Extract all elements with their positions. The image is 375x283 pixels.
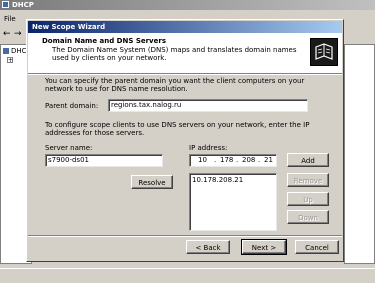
parent-domain-value: regions.tax.nalog.ru <box>111 101 182 109</box>
list-item[interactable]: 10.178.208.21 <box>190 174 276 184</box>
right-pane <box>344 44 375 264</box>
ip-octet-3: 208 <box>242 156 256 164</box>
tree-expand-icon[interactable]: + <box>7 57 13 64</box>
footer-separator <box>28 235 342 237</box>
server-name-label: Server name: <box>45 144 93 152</box>
server-name-value: s7900-ds01 <box>48 156 89 164</box>
parent-domain-input[interactable]: regions.tax.nalog.ru <box>108 99 308 112</box>
resolve-button[interactable]: Resolve <box>131 175 173 189</box>
server-name-input[interactable]: s7900-ds01 <box>45 154 163 167</box>
tree-root-label[interactable]: DHC <box>11 47 27 55</box>
ip-address-label: IP address: <box>189 144 228 152</box>
server-node-icon <box>3 48 9 54</box>
ip-octet-1: 10 <box>198 156 207 164</box>
main-window-title: DHCP <box>12 1 34 9</box>
header-separator <box>28 73 342 75</box>
dhcp-app-icon <box>2 1 9 8</box>
wizard-title-bar: New Scope Wizard <box>28 21 342 33</box>
wizard-book-icon <box>310 38 338 66</box>
wizard-header-panel: Domain Name and DNS Servers The Domain N… <box>28 33 342 73</box>
next-button[interactable]: Next > <box>241 239 287 255</box>
cancel-button[interactable]: Cancel <box>295 240 339 254</box>
remove-button[interactable]: Remove <box>287 173 329 187</box>
down-button[interactable]: Down <box>287 210 329 224</box>
intro-text: You can specify the parent domain you wa… <box>45 77 305 93</box>
add-button[interactable]: Add <box>287 153 329 167</box>
ip-octet-4: 21 <box>264 156 273 164</box>
back-arrow-icon[interactable]: ← <box>3 30 11 39</box>
header-description: The Domain Name System (DNS) maps and tr… <box>52 46 297 62</box>
wizard-title: New Scope Wizard <box>32 23 106 31</box>
dns-instructions: To configure scope clients to use DNS se… <box>45 121 310 137</box>
ip-address-list[interactable]: 10.178.208.21 <box>189 173 277 231</box>
ip-dot-1: . <box>214 156 217 164</box>
forward-arrow-icon[interactable]: → <box>14 30 22 39</box>
menu-file[interactable]: File <box>4 15 16 23</box>
ip-dot-2: . <box>236 156 239 164</box>
status-bar <box>0 268 375 283</box>
up-button[interactable]: Up <box>287 192 329 206</box>
ip-octet-2: 178 <box>220 156 234 164</box>
ip-address-input[interactable]: 10 . 178 . 208 . 21 <box>189 154 277 167</box>
back-button[interactable]: < Back <box>186 240 230 254</box>
ip-dot-3: . <box>258 156 261 164</box>
new-scope-wizard-dialog: New Scope Wizard Domain Name and DNS Ser… <box>26 19 344 262</box>
parent-domain-label: Parent domain: <box>45 102 99 110</box>
header-title: Domain Name and DNS Servers <box>42 37 166 45</box>
main-title-bar: DHCP <box>0 0 375 10</box>
